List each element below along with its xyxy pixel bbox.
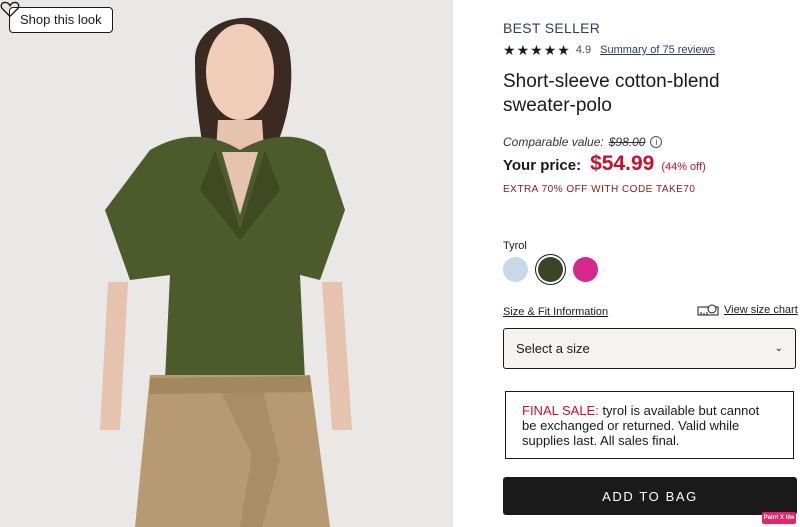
swatch-light-blue[interactable] bbox=[503, 257, 528, 282]
star-icon: ★ bbox=[543, 42, 557, 58]
chevron-down-icon: ⌄ bbox=[774, 343, 783, 354]
product-title: Short-sleeve cotton-blend sweater-polo bbox=[503, 71, 720, 116]
final-sale-notice: FINAL SALE: tyrol is available but canno… bbox=[505, 391, 794, 459]
size-chart-label: View size chart bbox=[724, 304, 798, 316]
rating-row: ★ ★ ★ ★ ★ 4.9 Summary of 75 reviews bbox=[503, 42, 715, 58]
info-icon[interactable]: i bbox=[650, 136, 663, 148]
star-icon: ★ bbox=[503, 42, 516, 58]
star-icon: ★ bbox=[557, 42, 570, 58]
add-to-bag-button[interactable]: ADD TO BAG bbox=[503, 477, 797, 515]
swatch-tyrol[interactable] bbox=[538, 257, 563, 282]
final-sale-label: FINAL SALE: bbox=[522, 403, 599, 418]
star-icon: ★ bbox=[530, 42, 543, 58]
product-image[interactable]: Shop this look bbox=[0, 0, 453, 527]
comparable-label: Comparable value: bbox=[503, 135, 604, 149]
extension-badge[interactable]: Paint X lite bbox=[762, 512, 796, 524]
view-size-chart-link[interactable]: View size chart bbox=[697, 303, 798, 317]
star-rating: ★ ★ ★ ★ ★ bbox=[503, 43, 570, 57]
heart-icon[interactable] bbox=[0, 0, 20, 18]
color-swatches bbox=[503, 257, 598, 282]
rating-value: 4.9 bbox=[575, 44, 592, 56]
your-price-label: Your price: bbox=[503, 157, 582, 174]
discount-percent: (44% off) bbox=[661, 161, 706, 173]
measuring-tape-icon bbox=[697, 304, 719, 316]
price-row: Your price: $54.99 (44% off) bbox=[503, 152, 706, 176]
star-icon: ★ bbox=[516, 42, 530, 58]
comparable-price: $98.00 bbox=[608, 135, 646, 149]
product-details: BEST SELLER ★ ★ ★ ★ ★ 4.9 Summary of 75 … bbox=[503, 0, 800, 527]
product-page: Shop this look BEST SELLER ★ ★ ★ ★ ★ 4.9… bbox=[0, 0, 800, 527]
swatch-pink[interactable] bbox=[573, 257, 598, 282]
size-select-placeholder: Select a size bbox=[516, 341, 590, 356]
reviews-summary-link[interactable]: Summary of 75 reviews bbox=[600, 44, 715, 56]
best-seller-badge: BEST SELLER bbox=[503, 20, 601, 36]
size-fit-info-link[interactable]: Size & Fit Information bbox=[503, 306, 608, 318]
comparable-value: Comparable value: $98.00 i bbox=[503, 135, 663, 149]
promo-code-text: EXTRA 70% OFF WITH CODE TAKE70 bbox=[503, 184, 696, 195]
selected-color-name: Tyrol bbox=[503, 240, 527, 252]
model-photo bbox=[0, 0, 453, 527]
shop-this-look-button[interactable]: Shop this look bbox=[9, 7, 113, 33]
sale-price: $54.99 bbox=[590, 152, 655, 175]
size-select[interactable]: Select a size ⌄ bbox=[503, 328, 796, 369]
